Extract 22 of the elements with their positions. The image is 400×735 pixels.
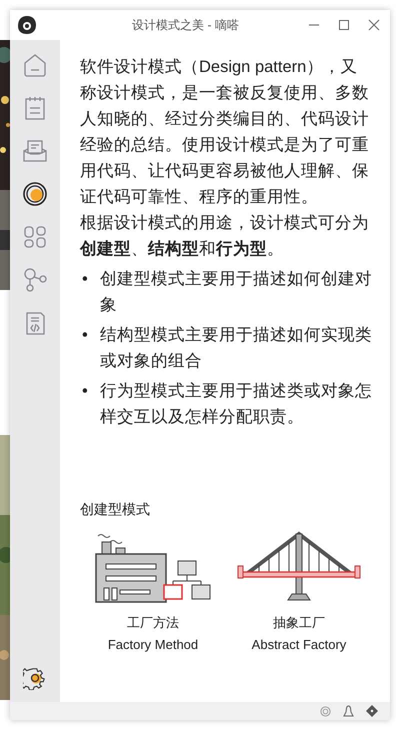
home-icon[interactable] xyxy=(22,52,48,78)
paragraph: 软件设计模式（Design pattern），又称设计模式，是一套被反复使用、多数人知晓的、经过分类编目的、代码设计经验的总结。使用设计模式是为了可重用代码、让代码更容易被他人理解、保证代码可靠性、程序的重用性。 xyxy=(80,57,370,208)
section-title: 创建型模式 xyxy=(80,500,151,519)
pattern-english-name[interactable]: Abstract Factory xyxy=(252,634,346,656)
app-logo-icon xyxy=(17,15,37,35)
window-title: 设计模式之美 - 嘀嗒 xyxy=(131,16,240,34)
list-item: 创建型模式主要用于描述如何创建对象 xyxy=(100,269,373,316)
target-icon[interactable] xyxy=(22,181,48,207)
pattern-english-name[interactable]: Factory Method xyxy=(108,634,198,656)
grid-icon[interactable] xyxy=(22,224,48,250)
list-item: 行为型模式主要用于描述类或对象怎样交互以及怎样分配职责。 xyxy=(100,381,373,428)
list-item: 结构型模式主要用于描述如何实现类或对象的组合 xyxy=(100,325,373,372)
inbox-icon[interactable] xyxy=(22,138,48,164)
paragraph: 根据设计模式的用途，设计模式可分为创建型、结构型和行为型。 xyxy=(80,213,370,260)
git-icon[interactable] xyxy=(366,705,378,717)
pattern-name[interactable]: 抽象工厂 xyxy=(273,612,325,634)
bullet-mark: • xyxy=(81,269,89,290)
pattern-name[interactable]: 工厂方法 xyxy=(127,612,179,634)
branch-icon[interactable] xyxy=(22,267,48,293)
settings-icon[interactable] xyxy=(23,666,47,690)
bullet-mark: • xyxy=(81,325,89,346)
bullet-mark: • xyxy=(81,381,89,402)
